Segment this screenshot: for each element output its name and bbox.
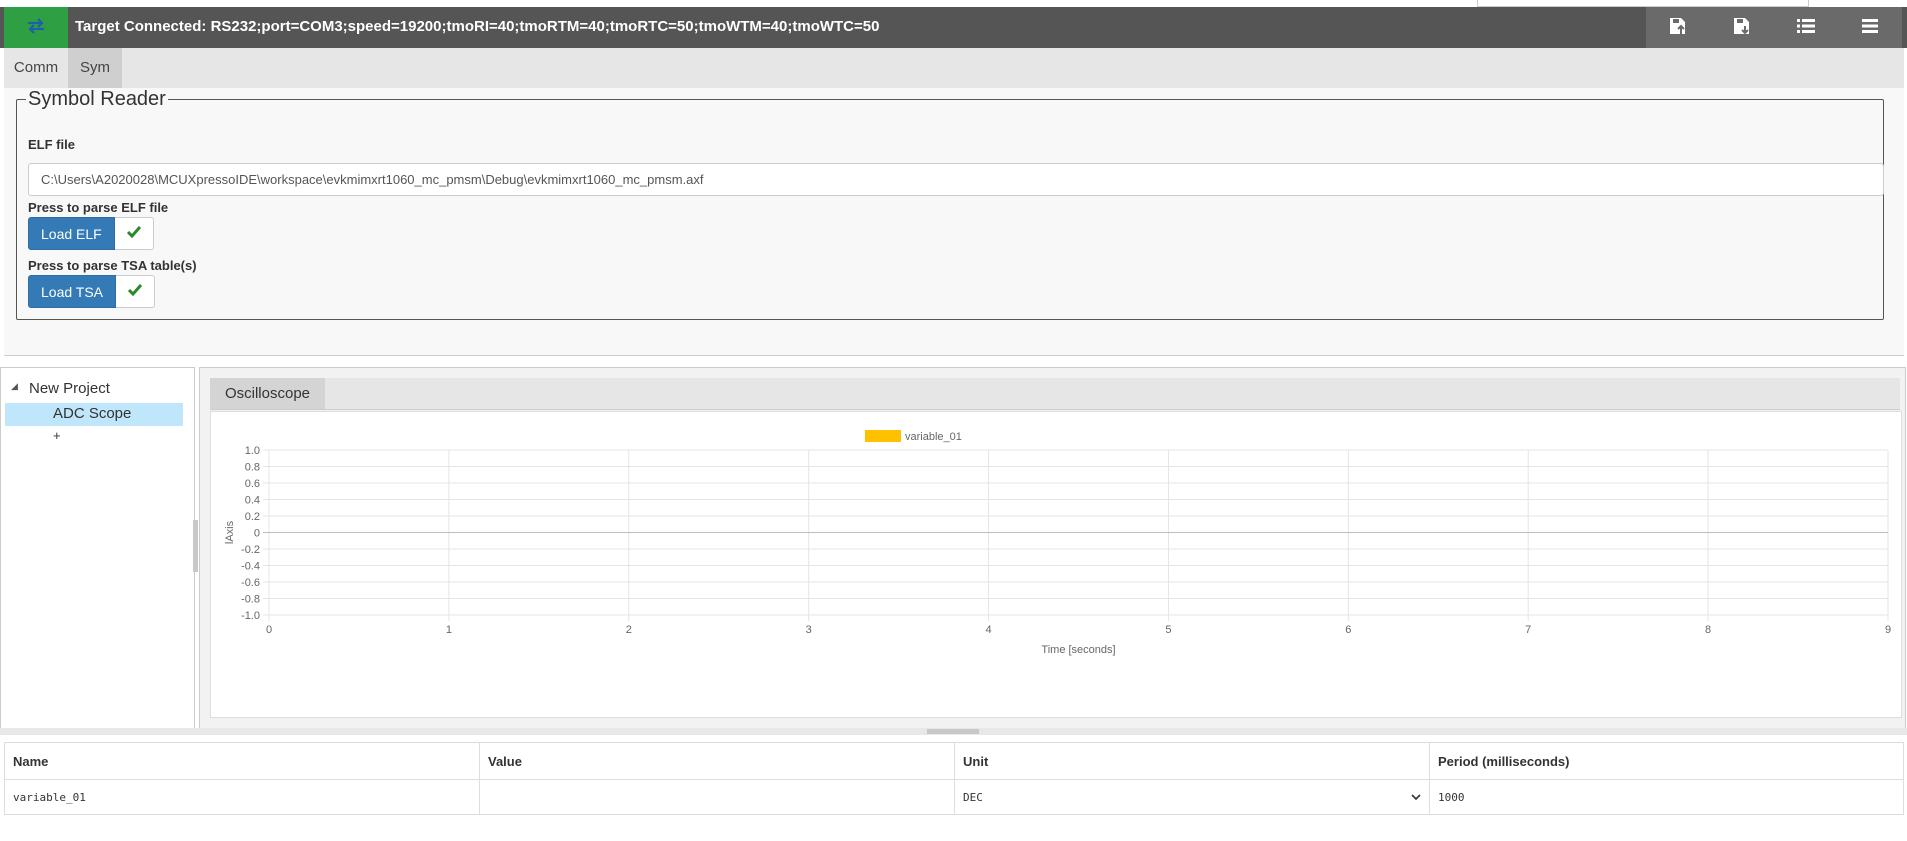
- tab-comm[interactable]: Comm: [4, 48, 68, 88]
- x-tick-label: 8: [1705, 624, 1711, 636]
- oscilloscope-chart: 0 1 2 3 4 5 6 7 8 9 1.0 0.8 0.6 0.4 0.2 0 -0.2 -0.4 -0.6 -0…: [210, 411, 1902, 718]
- cell-period[interactable]: 1000: [1429, 779, 1904, 815]
- column-header-period[interactable]: Period (milliseconds): [1429, 742, 1904, 780]
- tree-item-adc-scope[interactable]: ADC Scope: [53, 405, 131, 422]
- save-upload-button[interactable]: [1646, 7, 1710, 48]
- scope-tabs: Oscilloscope: [210, 378, 1900, 410]
- legend-label: variable_01: [905, 431, 962, 443]
- checkmark-icon: [126, 226, 141, 241]
- popup-edge: [1477, 0, 1809, 7]
- y-tick-label: -0.2: [241, 544, 260, 556]
- x-axis-title: Time [seconds]: [1041, 644, 1115, 656]
- file-download-icon: [1732, 16, 1752, 39]
- table-row: variable_01 DEC 1000: [4, 779, 1904, 815]
- load-elf-button[interactable]: Load ELF: [28, 217, 115, 250]
- parse-elf-label: Press to parse ELF file: [28, 200, 169, 215]
- cell-unit[interactable]: DEC: [954, 779, 1430, 815]
- table-header-row: Name Value Unit Period (milliseconds): [4, 742, 1904, 780]
- collapse-triangle-icon[interactable]: ◢: [11, 381, 18, 392]
- cell-value[interactable]: [479, 779, 955, 815]
- header-bar: Target Connected: RS232;port=COM3;speed=…: [0, 7, 1907, 48]
- y-tick-label: 0.6: [245, 478, 260, 490]
- list-icon: [1796, 17, 1816, 38]
- column-header-value[interactable]: Value: [479, 742, 955, 780]
- y-tick-label: 0.8: [245, 462, 260, 474]
- connection-button[interactable]: [4, 7, 68, 48]
- elf-path-input[interactable]: [28, 163, 1884, 196]
- legend-swatch: [865, 430, 901, 442]
- x-tick-label: 0: [266, 624, 272, 636]
- list-button[interactable]: [1774, 7, 1838, 48]
- save-download-button[interactable]: [1710, 7, 1774, 48]
- tree-add-button[interactable]: +: [53, 428, 61, 443]
- splitter-grip[interactable]: [927, 729, 979, 734]
- y-tick-label: 0: [254, 528, 260, 540]
- x-tick-label: 2: [626, 624, 632, 636]
- column-header-unit[interactable]: Unit: [954, 742, 1430, 780]
- y-tick-label: 0.4: [245, 495, 260, 507]
- tsa-status: [116, 275, 156, 308]
- chevron-down-icon: [1411, 791, 1421, 804]
- elf-status: [114, 217, 154, 250]
- x-tick-label: 4: [985, 624, 991, 636]
- tab-oscilloscope[interactable]: Oscilloscope: [210, 378, 325, 409]
- x-tick-label: 1: [446, 624, 452, 636]
- y-tick-label: -1.0: [241, 610, 260, 622]
- x-tick-label: 5: [1165, 624, 1171, 636]
- menu-icon: [1861, 18, 1879, 37]
- unit-select-value: DEC: [963, 790, 983, 804]
- load-tsa-button[interactable]: Load TSA: [28, 275, 117, 308]
- unit-select[interactable]: DEC: [963, 791, 1421, 804]
- scope-panel: Oscilloscope 0 1 2 3 4 5 6 7 8 9 1.0 0.8 0.6 0.4 0.2 0-…: [199, 367, 1906, 730]
- file-upload-icon: [1668, 16, 1688, 39]
- vertical-splitter[interactable]: [193, 520, 198, 572]
- horizontal-splitter[interactable]: [0, 728, 1907, 735]
- main-menu-button[interactable]: [1838, 7, 1902, 48]
- connection-status-title: Target Connected: RS232;port=COM3;speed=…: [75, 18, 880, 35]
- chart-svg: 0 1 2 3 4 5 6 7 8 9 1.0 0.8 0.6 0.4 0.2 0 -0.2 -0.4 -0.6 -0…: [224, 430, 1891, 656]
- main-tabs: Comm Sym: [4, 48, 1904, 89]
- load-elf-group: Load ELF: [28, 217, 154, 250]
- x-tick-label: 6: [1345, 624, 1351, 636]
- project-tree: ◢ New Project ADC Scope +: [0, 367, 195, 730]
- variables-table: Name Value Unit Period (milliseconds) va…: [4, 742, 1904, 815]
- y-tick-label: 0.2: [245, 511, 260, 523]
- y-tick-label: -0.4: [241, 561, 260, 573]
- x-tick-label: 9: [1885, 624, 1891, 636]
- tab-sym[interactable]: Sym: [68, 48, 122, 88]
- y-tick-label: -0.8: [241, 594, 260, 606]
- swap-arrows-icon: [25, 18, 47, 37]
- header-toolbar: [1646, 7, 1902, 48]
- parse-tsa-label: Press to parse TSA table(s): [28, 258, 197, 273]
- y-tick-label: -0.6: [241, 577, 260, 589]
- x-tick-label: 3: [806, 624, 812, 636]
- symbol-reader-title: Symbol Reader: [28, 88, 166, 110]
- symbol-reader-fieldset: Symbol Reader ELF file Press to parse EL…: [16, 88, 1884, 320]
- y-tick-label: 1.0: [245, 445, 260, 457]
- elf-file-label: ELF file: [28, 137, 75, 152]
- symbol-reader-panel: Symbol Reader ELF file Press to parse EL…: [4, 88, 1904, 356]
- column-header-name[interactable]: Name: [4, 742, 480, 780]
- tree-item-project[interactable]: New Project: [29, 380, 110, 397]
- checkmark-icon: [127, 284, 143, 299]
- x-tick-label: 7: [1525, 624, 1531, 636]
- cell-name[interactable]: variable_01: [4, 779, 480, 815]
- load-tsa-group: Load TSA: [28, 275, 156, 308]
- y-axis-title: lAxis: [224, 520, 236, 544]
